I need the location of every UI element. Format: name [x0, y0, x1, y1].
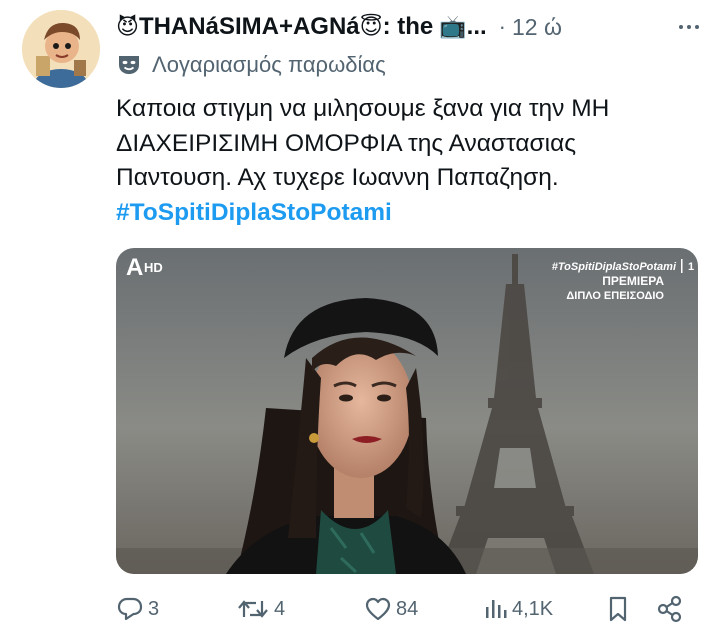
reply-button[interactable]: 3: [116, 592, 159, 626]
name-ellipsis: ...: [466, 13, 487, 40]
devil-emoji: 😈: [116, 14, 139, 39]
theater-mask-icon: [119, 56, 139, 74]
premiere-label: ΠΡΕΜΙΕΡΑ: [602, 274, 664, 288]
bookmark-button[interactable]: [606, 592, 630, 626]
tweet-text-line: Παντουση. Αχ τυχερε Ιωαννη Παπαζηση.: [116, 164, 559, 191]
timestamp[interactable]: 12 ώ: [512, 14, 562, 41]
channel-logo-letter: A: [126, 254, 143, 281]
repost-icon: [238, 600, 268, 618]
reply-icon: [117, 597, 143, 621]
tv-emoji: 📺: [439, 14, 467, 39]
tweet-header: 😈 THANáSIMA+AGNá 😇 : the 📺 ... · 12 ώ: [116, 10, 704, 44]
like-button[interactable]: 84: [364, 592, 418, 626]
share-button[interactable]: [656, 592, 684, 626]
angel-emoji: 😇: [359, 14, 383, 39]
overlay-channel-digit: 1: [688, 261, 694, 273]
tweet-text-line: ΔΙΑΧΕΙΡΙΣΙΜΗ ΟΜΟΡΦΙΑ της Αναστασιας: [116, 129, 577, 157]
time-separator: ·: [498, 14, 506, 39]
share-icon: [657, 595, 682, 623]
repost-button[interactable]: 4: [236, 592, 285, 626]
views-count: 4,1K: [512, 597, 554, 620]
parody-label: Λογαριασμός παρωδίας: [152, 52, 386, 77]
overlay-hashtag: #ToSpitiDiplaStoPotami: [552, 261, 677, 273]
tweet-actions: 3 4 84 4,1K: [116, 592, 696, 626]
episode-label: ΔΙΠΛΟ ΕΠΕΙΣΟΔΙΟ: [566, 290, 664, 302]
hashtag-link[interactable]: #ToSpitiDiplaStoPotami: [116, 196, 701, 231]
display-name[interactable]: THANáSIMA+AGNá: [139, 13, 360, 41]
tweet-media-image[interactable]: A HD #ToSpitiDiplaStoPotami 1 ΠΡΕΜΙΕΡΑ Δ…: [116, 248, 698, 574]
hd-label: HD: [144, 260, 163, 275]
avatar-illustration: [22, 10, 100, 88]
display-name-tail[interactable]: : the: [383, 13, 434, 41]
repost-count: 4: [274, 597, 286, 620]
tweet-text: Καποια στιγμη να μιλησουμε ξανα για την …: [116, 92, 701, 230]
more-horizontal-icon[interactable]: [674, 25, 704, 29]
bookmark-icon: [609, 596, 627, 622]
parody-badge: Λογαριασμός παρωδίας: [116, 50, 386, 80]
views-icon: [486, 600, 507, 618]
views-button[interactable]: 4,1K: [482, 592, 553, 626]
like-count: 84: [396, 597, 419, 620]
heart-icon: [365, 597, 391, 621]
tweet-text-line: Καποια στιγμη να μιλησουμε ξανα για την …: [116, 95, 610, 122]
avatar[interactable]: [22, 10, 100, 88]
video-still: A HD #ToSpitiDiplaStoPotami 1 ΠΡΕΜΙΕΡΑ Δ…: [116, 248, 698, 574]
reply-count: 3: [148, 597, 160, 620]
